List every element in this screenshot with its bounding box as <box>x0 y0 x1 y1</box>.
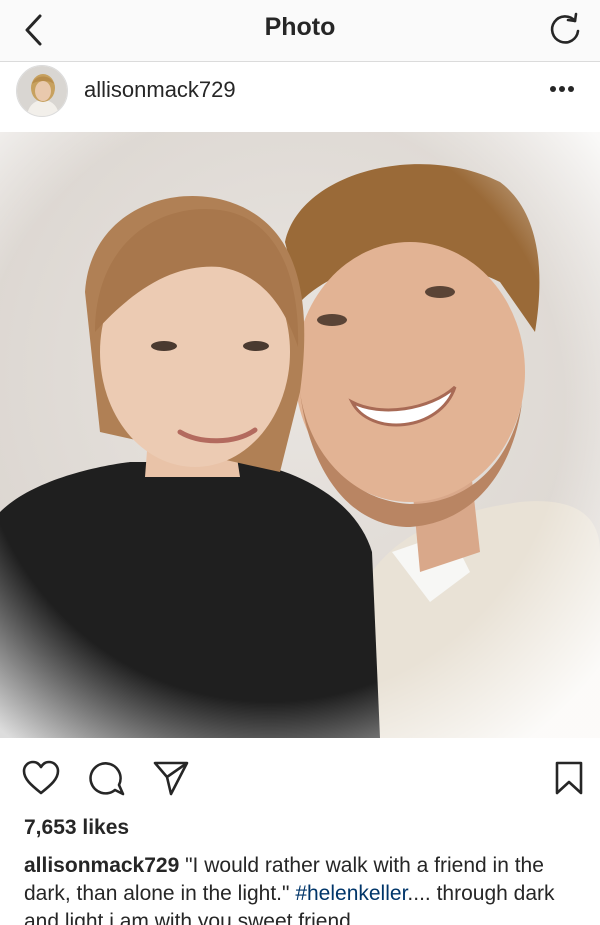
avatar-image <box>17 66 67 116</box>
more-dots-icon <box>550 86 574 92</box>
page-title: Photo <box>264 13 336 41</box>
top-nav-bar: Photo <box>0 0 600 62</box>
avatar[interactable] <box>16 65 68 117</box>
heart-icon <box>22 760 60 795</box>
more-options-button[interactable] <box>542 74 582 104</box>
refresh-button[interactable] <box>544 8 586 50</box>
post-header: allisonmack729 <box>0 62 600 132</box>
caption-hashtag[interactable]: #helenkeller <box>295 882 407 905</box>
save-button[interactable] <box>548 757 590 799</box>
share-button[interactable] <box>150 757 192 799</box>
bookmark-icon <box>555 761 583 795</box>
post-photo[interactable] <box>0 132 600 738</box>
send-icon <box>153 761 189 796</box>
post-actions <box>0 738 600 810</box>
refresh-icon <box>550 12 580 44</box>
caption-username[interactable]: allisonmack729 <box>24 854 179 877</box>
likes-count[interactable]: 7,653 likes <box>24 816 129 840</box>
comment-icon <box>89 762 125 796</box>
post-username[interactable]: allisonmack729 <box>84 77 236 103</box>
post-caption: allisonmack729 "I would rather walk with… <box>24 852 584 925</box>
selfie-image <box>0 132 600 738</box>
comment-button[interactable] <box>86 757 128 799</box>
like-button[interactable] <box>20 757 62 799</box>
